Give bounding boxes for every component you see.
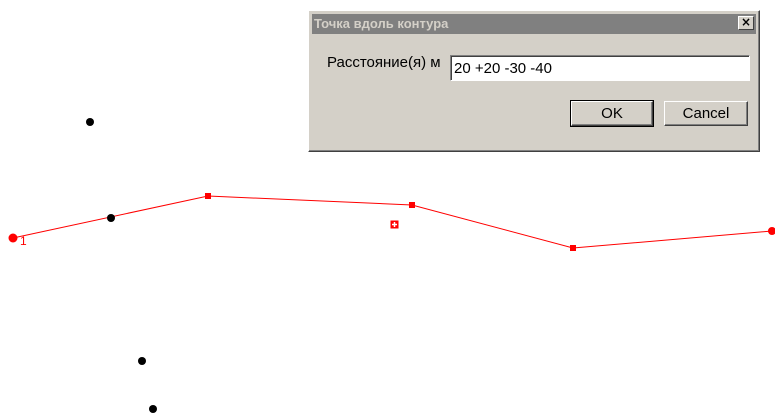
point-marker[interactable]	[149, 405, 157, 413]
contour-start-node[interactable]	[8, 233, 18, 243]
contour-layer: 1	[8, 193, 775, 251]
distance-label: Расстояние(я) м	[327, 54, 441, 71]
point-marker[interactable]	[86, 118, 94, 126]
contour-start-label: 1	[20, 234, 27, 248]
cancel-button[interactable]: Cancel	[664, 101, 748, 126]
contour-vertex[interactable]	[570, 245, 576, 251]
dialog-title: Точка вдоль контура	[314, 16, 449, 31]
contour-vertex[interactable]	[205, 193, 211, 199]
dialog-titlebar[interactable]: Точка вдоль контура ×	[312, 14, 756, 34]
contour-vertex[interactable]	[409, 202, 415, 208]
contour-center-marker-icon[interactable]	[390, 220, 399, 229]
points-layer	[86, 118, 157, 413]
point-along-contour-dialog: Точка вдоль контура × Расстояние(я) м OK…	[308, 10, 760, 152]
distance-input[interactable]	[450, 55, 750, 81]
point-marker[interactable]	[107, 214, 115, 222]
ok-button[interactable]: OK	[570, 100, 654, 127]
point-marker[interactable]	[138, 357, 146, 365]
close-icon[interactable]: ×	[738, 16, 754, 30]
contour-end-node[interactable]	[768, 227, 775, 235]
